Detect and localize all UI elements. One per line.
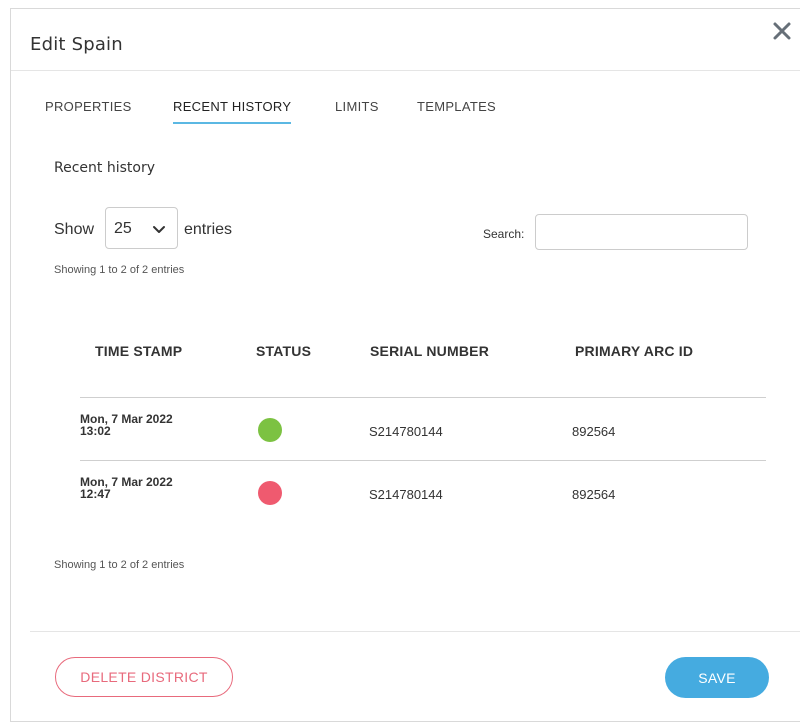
entries-label: entries (184, 221, 233, 238)
column-header-time-stamp[interactable]: TIME STAMP (95, 343, 182, 359)
search-label: Search: (483, 227, 525, 241)
tab-recent-history[interactable]: RECENT HISTORY (173, 99, 292, 124)
page-length-value: 25 (114, 220, 132, 237)
tab-limits[interactable]: LIMITS (335, 99, 379, 122)
search-input[interactable] (535, 214, 748, 250)
table-row[interactable]: Mon, 7 Mar 2022 13:02 S214780144 892564 (80, 398, 766, 461)
page-length-select[interactable]: 25 (105, 207, 178, 249)
column-header-serial-number[interactable]: SERIAL NUMBER (370, 343, 489, 359)
edit-dialog: Edit Spain PROPERTIES RECENT HISTORY LIM… (10, 8, 800, 722)
timestamp-cell: Mon, 7 Mar 2022 12:47 (80, 476, 230, 500)
history-table: TIME STAMP STATUS SERIAL NUMBER PRIMARY … (80, 329, 766, 523)
chevron-down-icon (151, 221, 167, 237)
status-indicator (258, 481, 282, 505)
timestamp-cell: Mon, 7 Mar 2022 13:02 (80, 413, 230, 437)
serial-number-cell: S214780144 (369, 487, 443, 502)
section-title: Recent history (54, 160, 155, 176)
primary-arc-id-cell: 892564 (572, 424, 616, 439)
table-info-top: Showing 1 to 2 of 2 entries (54, 264, 185, 276)
column-header-status[interactable]: STATUS (256, 343, 311, 359)
table-row[interactable]: Mon, 7 Mar 2022 12:47 S214780144 892564 (80, 461, 766, 523)
footer-divider (30, 631, 800, 632)
column-header-primary-arc-id[interactable]: PRIMARY ARC ID (575, 343, 693, 359)
dialog-header: Edit Spain (11, 9, 800, 71)
serial-number-cell: S214780144 (369, 424, 443, 439)
show-label: Show (54, 221, 95, 238)
table-header: TIME STAMP STATUS SERIAL NUMBER PRIMARY … (80, 329, 766, 398)
timestamp-time: 13:02 (80, 424, 111, 438)
delete-district-button[interactable]: DELETE DISTRICT (55, 657, 233, 697)
save-button[interactable]: SAVE (665, 657, 769, 698)
primary-arc-id-cell: 892564 (572, 487, 616, 502)
close-icon[interactable] (770, 19, 794, 43)
timestamp-time: 12:47 (80, 487, 111, 501)
table-info-bottom: Showing 1 to 2 of 2 entries (54, 559, 185, 571)
tab-templates[interactable]: TEMPLATES (417, 99, 496, 122)
tab-properties[interactable]: PROPERTIES (45, 99, 132, 122)
status-indicator (258, 418, 282, 442)
dialog-title: Edit Spain (30, 34, 123, 55)
